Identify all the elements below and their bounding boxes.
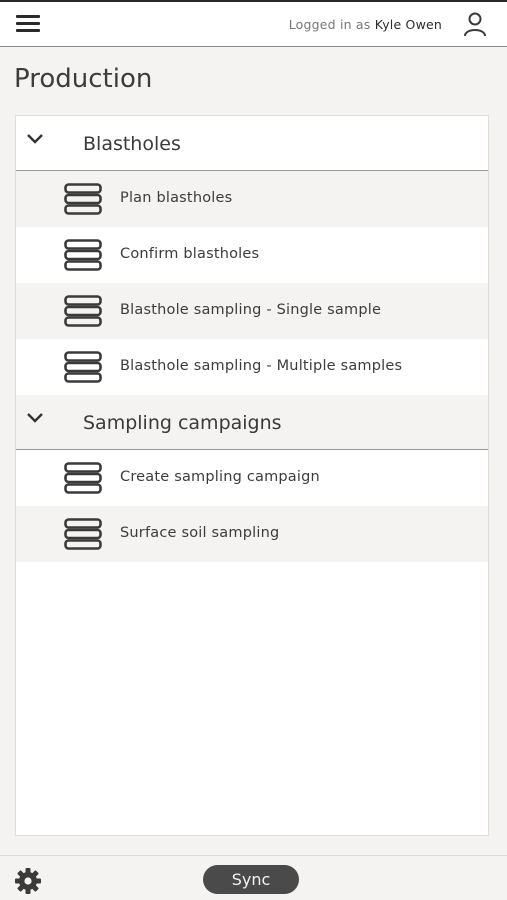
group-label: Blastholes xyxy=(83,133,181,155)
list-item-label: Create sampling campaign xyxy=(120,469,320,485)
stack-icon xyxy=(64,183,102,215)
stack-icon xyxy=(64,239,102,271)
list-item-blasthole-single-sample[interactable]: Blasthole sampling - Single sample xyxy=(16,283,488,339)
page-title: Production xyxy=(14,64,153,94)
group-label: Sampling campaigns xyxy=(83,412,282,434)
stack-icon xyxy=(64,295,102,327)
user-name: Kyle Owen xyxy=(374,17,442,32)
list-item-label: Plan blastholes xyxy=(120,190,233,206)
user-icon[interactable] xyxy=(463,11,487,37)
bottom-bar: Sync xyxy=(0,855,507,900)
list-item-confirm-blastholes[interactable]: Confirm blastholes xyxy=(16,227,488,283)
group-header-blastholes[interactable]: Blastholes xyxy=(16,116,488,171)
group-header-sampling-campaigns[interactable]: Sampling campaigns xyxy=(16,395,488,450)
hamburger-icon[interactable] xyxy=(16,14,42,34)
production-panel: Blastholes Plan blastholes Confirm blast… xyxy=(15,115,489,836)
stack-icon xyxy=(64,462,102,494)
list-item-label: Surface soil sampling xyxy=(120,525,280,541)
gear-icon[interactable] xyxy=(14,867,42,895)
list-item-blasthole-multiple-samples[interactable]: Blasthole sampling - Multiple samples xyxy=(16,339,488,395)
login-prefix: Logged in as xyxy=(288,17,371,32)
list-item-create-sampling-campaign[interactable]: Create sampling campaign xyxy=(16,450,488,506)
top-bar: Logged in as Kyle Owen xyxy=(0,0,507,47)
stack-icon xyxy=(64,351,102,383)
chevron-down-icon xyxy=(27,413,43,423)
list-item-label: Blasthole sampling - Single sample xyxy=(120,302,382,318)
list-item-surface-soil-sampling[interactable]: Surface soil sampling xyxy=(16,506,488,562)
login-status: Logged in as Kyle Owen xyxy=(289,17,442,32)
list-item-label: Confirm blastholes xyxy=(120,246,260,262)
chevron-down-icon xyxy=(27,134,43,144)
list-item-plan-blastholes[interactable]: Plan blastholes xyxy=(16,171,488,227)
stack-icon xyxy=(64,518,102,550)
sync-button[interactable]: Sync xyxy=(203,865,299,894)
list-item-label: Blasthole sampling - Multiple samples xyxy=(120,358,403,374)
